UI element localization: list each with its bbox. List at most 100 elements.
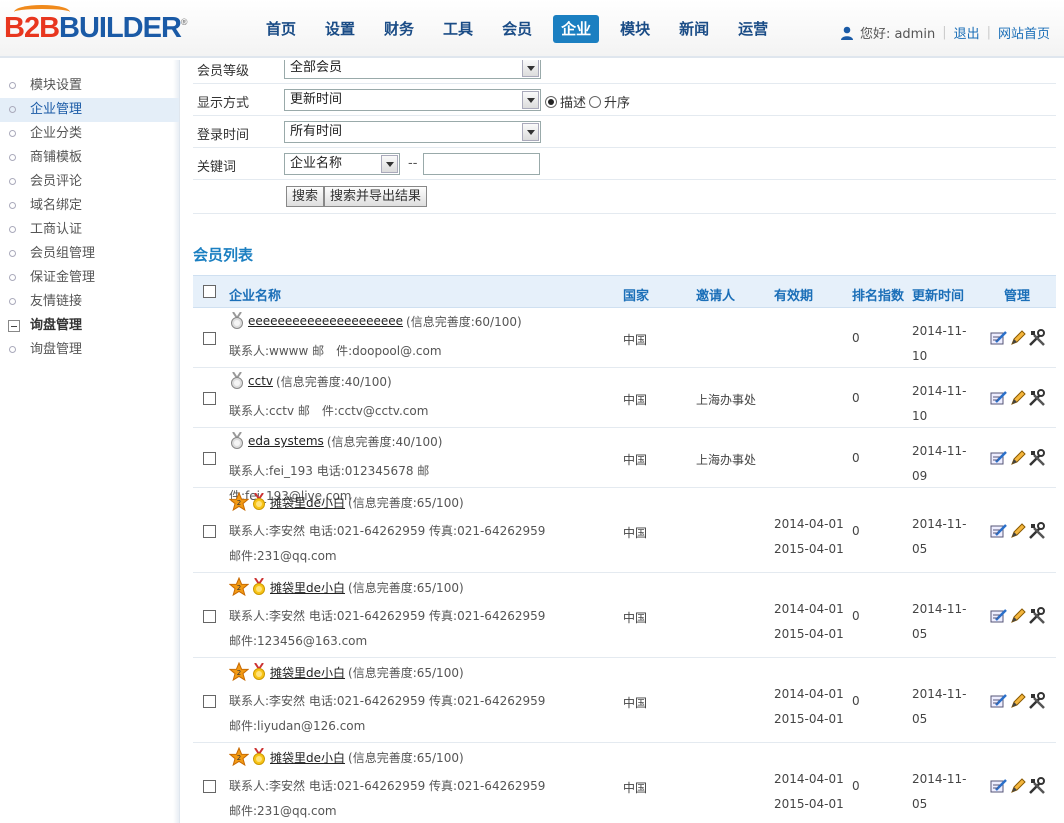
row-checkbox[interactable] <box>203 610 216 623</box>
col-country[interactable]: 国家 <box>623 285 649 304</box>
company-name-link[interactable]: eda systems <box>248 434 324 448</box>
tools-icon[interactable] <box>1028 522 1046 540</box>
row-checkbox[interactable] <box>203 525 216 538</box>
sidebar-item[interactable]: 询盘管理 <box>0 338 179 362</box>
tools-icon[interactable] <box>1028 692 1046 710</box>
nav-item[interactable]: 企业 <box>553 15 600 43</box>
keyword-label: 关键词 <box>197 160 237 175</box>
nav-item[interactable]: 会员 <box>494 15 540 43</box>
company-name-link[interactable]: eeeeeeeeeeeeeeeeeeeee <box>248 314 403 328</box>
row-checkbox[interactable] <box>203 332 216 345</box>
logo-swoosh <box>14 5 70 19</box>
pencil-icon[interactable] <box>1009 692 1027 710</box>
table-row: 2 摊袋里de小白 (信息完善度:65/100) 联系人:李安然 电话:021-642… <box>193 743 1056 823</box>
site-home-link[interactable]: 网站首页 <box>998 23 1050 42</box>
keyword-input[interactable] <box>423 153 540 175</box>
nav-item[interactable]: 模块 <box>612 15 658 43</box>
collapse-icon <box>8 320 20 332</box>
member-level-select[interactable]: 全部会员 <box>284 60 541 79</box>
edit-record-icon[interactable] <box>990 692 1008 710</box>
edit-record-icon[interactable] <box>990 389 1008 407</box>
tools-icon[interactable] <box>1028 329 1046 347</box>
col-inviter[interactable]: 邀请人 <box>696 285 735 304</box>
company-name-link[interactable]: 摊袋里de小白 <box>270 494 345 511</box>
pencil-icon[interactable] <box>1009 389 1027 407</box>
valid-from: 2014-04-01 <box>774 602 844 616</box>
sidebar-menu: 模块设置 企业管理 企业分类 商铺模板 会员评论 域名绑定 工商认证 会员组管理 保证金管理友情… <box>0 60 179 362</box>
edit-record-icon[interactable] <box>990 607 1008 625</box>
nav-item[interactable]: 运营 <box>730 15 776 43</box>
country-cell: 中国 <box>623 696 648 710</box>
sidebar-item[interactable]: 商铺模板 <box>0 146 179 170</box>
range-separator: -- <box>408 156 418 171</box>
pencil-icon[interactable] <box>1009 607 1027 625</box>
keyword-field-select[interactable]: 企业名称 <box>284 153 400 175</box>
nav-item[interactable]: 工具 <box>435 15 481 43</box>
edit-record-icon[interactable] <box>990 777 1008 795</box>
tools-icon[interactable] <box>1028 449 1046 467</box>
gold-medal-icon <box>253 578 265 595</box>
company-name-link[interactable]: 摊袋里de小白 <box>270 579 345 596</box>
company-name-line: eda systems (信息完善度:40/100) <box>229 432 442 450</box>
row-checkbox[interactable] <box>203 392 216 405</box>
nav-item[interactable]: 新闻 <box>671 15 717 43</box>
display-mode-value: 更新时间 <box>290 92 343 107</box>
vip-star-icon: 2 <box>229 492 249 512</box>
nav-item[interactable]: 首页 <box>258 15 304 43</box>
sidebar-group-inquiry[interactable]: 询盘管理 <box>0 314 179 338</box>
medal-icon <box>231 372 243 389</box>
edit-record-icon[interactable] <box>990 522 1008 540</box>
sidebar-item[interactable]: 模块设置 <box>0 74 179 98</box>
tools-icon[interactable] <box>1028 777 1046 795</box>
completeness-text: (信息完善度:65/100) <box>348 665 464 680</box>
sidebar-item[interactable]: 企业分类 <box>0 122 179 146</box>
validity-cell: 2014-04-01 2015-04-01 <box>774 597 844 647</box>
col-name[interactable]: 企业名称 <box>229 285 281 304</box>
pencil-icon[interactable] <box>1009 329 1027 347</box>
pencil-icon[interactable] <box>1009 449 1027 467</box>
nav-item[interactable]: 设置 <box>317 15 363 43</box>
order-desc-radio[interactable]: 描述 <box>545 92 586 111</box>
col-validity[interactable]: 有效期 <box>774 285 813 304</box>
sidebar-item[interactable]: 企业管理 <box>0 98 179 122</box>
pencil-icon[interactable] <box>1009 522 1027 540</box>
sidebar-item[interactable]: 会员组管理 <box>0 242 179 266</box>
user-icon <box>840 26 853 40</box>
company-name-link[interactable]: 摊袋里de小白 <box>270 749 345 766</box>
updated-cell: 2014-11-10 <box>912 324 967 363</box>
logout-link[interactable]: 退出 <box>954 23 980 42</box>
company-name-link[interactable]: cctv <box>248 374 273 388</box>
table-body: eeeeeeeeeeeeeeeeeeeee (信息完善度:60/100) 联系人:w… <box>193 308 1056 823</box>
sidebar-item[interactable]: 会员评论 <box>0 170 179 194</box>
order-asc-radio[interactable]: 升序 <box>589 92 630 111</box>
pencil-icon[interactable] <box>1009 777 1027 795</box>
col-rank[interactable]: 排名指数 <box>852 285 904 304</box>
search-button[interactable]: 搜索 <box>286 186 325 207</box>
sidebar-item[interactable]: 域名绑定 <box>0 194 179 218</box>
company-name-link[interactable]: 摊袋里de小白 <box>270 664 345 681</box>
col-updated[interactable]: 更新时间 <box>912 285 964 304</box>
logo-registered-mark: ® <box>180 17 188 27</box>
row-checkbox[interactable] <box>203 452 216 465</box>
site-logo[interactable]: B2BBUILDER® <box>4 5 188 46</box>
row-checkbox[interactable] <box>203 695 216 708</box>
sidebar-item[interactable]: 友情链接 <box>0 290 179 314</box>
login-time-select[interactable]: 所有时间 <box>284 121 541 143</box>
valid-to: 2015-04-01 <box>774 797 844 811</box>
select-all-checkbox[interactable] <box>203 285 216 298</box>
vip-star-icon: 2 <box>229 662 249 682</box>
edit-record-icon[interactable] <box>990 449 1008 467</box>
nav-item[interactable]: 财务 <box>376 15 422 43</box>
search-export-button[interactable]: 搜索并导出结果 <box>324 186 428 207</box>
tools-icon[interactable] <box>1028 389 1046 407</box>
sidebar-item[interactable]: 工商认证 <box>0 218 179 242</box>
display-mode-select[interactable]: 更新时间 <box>284 89 541 111</box>
edit-record-icon[interactable] <box>990 329 1008 347</box>
sidebar-item-label: 友情链接 <box>30 294 83 309</box>
rank-cell: 0 <box>852 331 860 345</box>
row-checkbox[interactable] <box>203 780 216 793</box>
tools-icon[interactable] <box>1028 607 1046 625</box>
sidebar-item[interactable]: 保证金管理 <box>0 266 179 290</box>
bullet-icon <box>9 298 16 305</box>
country-cell: 中国 <box>623 333 648 347</box>
